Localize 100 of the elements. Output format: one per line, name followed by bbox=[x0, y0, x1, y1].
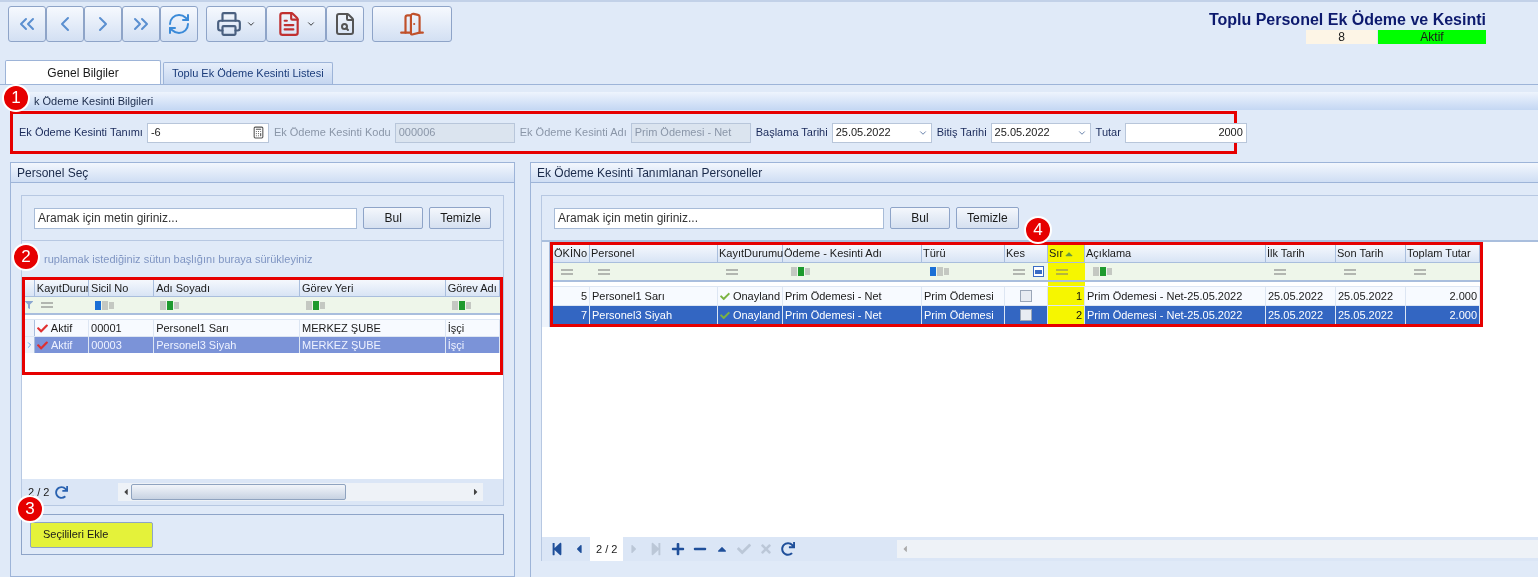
panel-header: Personel Seç bbox=[11, 163, 514, 183]
settings-button[interactable] bbox=[326, 6, 364, 42]
checkbox[interactable] bbox=[1020, 290, 1032, 302]
tab[interactable]: Genel Bilgiler bbox=[5, 60, 161, 84]
lookup-icon bbox=[251, 126, 265, 139]
table-cell-text: MERKEZ ŞUBE bbox=[302, 337, 381, 353]
filter-icon bbox=[25, 301, 33, 309]
search-field[interactable]: Aramak için metin giriniz... bbox=[554, 207, 884, 229]
input-field[interactable]: -6 bbox=[146, 122, 269, 143]
table-cell-text: Prim Ödemesi - Net-25.05.2022 bbox=[1087, 307, 1243, 323]
input-field[interactable]: 25.05.2022 bbox=[990, 122, 1091, 143]
column-header[interactable]: İlk Tarih bbox=[1267, 245, 1305, 262]
last-record-button[interactable] bbox=[122, 6, 160, 42]
equals-filter-icon bbox=[1056, 268, 1068, 275]
table-cell-text: 00003 bbox=[91, 337, 122, 353]
exit-door-icon bbox=[399, 11, 425, 37]
table-cell-text: Personel1 Sarı bbox=[592, 288, 665, 304]
equals-filter-icon bbox=[1013, 268, 1025, 275]
column-header[interactable]: Açıklama bbox=[1086, 245, 1132, 262]
table-cell-text: Onayland bbox=[732, 288, 780, 304]
first-record-button[interactable] bbox=[8, 6, 46, 42]
column-header[interactable]: Sicil No bbox=[89, 280, 155, 296]
check-icon bbox=[36, 322, 48, 334]
checkbox[interactable] bbox=[1020, 309, 1032, 321]
text-filter-icon bbox=[160, 300, 181, 310]
table-cell-text: İşçi bbox=[447, 320, 465, 336]
field-label: Ek Ödeme Kesinti Tanımı bbox=[19, 125, 143, 141]
search-button[interactable]: Temizle bbox=[429, 207, 491, 229]
equals-filter-icon bbox=[1414, 268, 1426, 275]
search-button[interactable]: Temizle bbox=[956, 207, 1019, 229]
field-label: Başlama Tarihi bbox=[755, 125, 828, 141]
scrollbar-thumb[interactable] bbox=[131, 484, 346, 500]
search-button[interactable]: Bul bbox=[890, 207, 950, 229]
refresh-icon bbox=[781, 542, 796, 556]
tab[interactable]: Toplu Ek Ödeme Kesinti Listesi bbox=[163, 62, 333, 84]
table-cell-text: 2 bbox=[1075, 307, 1082, 323]
refresh-icon bbox=[167, 12, 191, 36]
refresh-button[interactable] bbox=[160, 6, 198, 42]
text-filter-icon bbox=[451, 300, 472, 310]
table-cell-text: Personel3 Siyah bbox=[156, 337, 237, 353]
horizontal-scrollbar[interactable] bbox=[118, 483, 484, 501]
input-field[interactable]: 25.05.2022 bbox=[831, 122, 932, 143]
text-filter-icon bbox=[95, 300, 116, 310]
table-cell-text: Personel1 Sarı bbox=[156, 320, 229, 336]
text-filter-icon bbox=[305, 300, 326, 310]
table-cell-text: 25.05.2022 bbox=[1338, 307, 1394, 323]
table-cell-text: 25.05.2022 bbox=[1268, 288, 1324, 304]
equals-filter-icon bbox=[1274, 268, 1286, 275]
equals-filter-icon bbox=[1344, 268, 1356, 275]
search-field[interactable]: Aramak için metin giriniz... bbox=[34, 207, 358, 229]
checkbox-filter-icon bbox=[1033, 266, 1044, 277]
column-header[interactable]: Adı Soyadı bbox=[154, 280, 300, 296]
column-header[interactable]: Son Tarih bbox=[1337, 245, 1384, 262]
add-selected-button[interactable]: Seçilileri Ekle bbox=[30, 521, 153, 548]
table-cell-text: Onayland bbox=[732, 307, 780, 323]
table-cell-text: 1 bbox=[1075, 288, 1082, 304]
grid-row[interactable]: 7 Personel3 Siyah Onayland Prim Ödemesi - Net Prim Ödemesi 2 Prim Ödemesi - Net-25.05.2022 25.05.2022 25.05.2022 2.000 bbox=[553, 305, 1480, 324]
pdf-export-button[interactable] bbox=[266, 6, 326, 42]
column-header[interactable]: ÖKİNo bbox=[554, 245, 587, 262]
equals-filter-icon bbox=[598, 268, 610, 275]
pager-count: 2 / 2 bbox=[590, 537, 624, 561]
table-cell-text: Personel3 Siyah bbox=[592, 307, 673, 323]
group-hint: ruplamak istediğiniz sütun başlığını buraya sürükleyiniz bbox=[44, 251, 313, 267]
table-cell-text: Aktif bbox=[51, 337, 73, 353]
search-button[interactable]: Bul bbox=[363, 207, 424, 229]
column-header[interactable]: KayıtDurumu bbox=[719, 245, 784, 262]
column-header[interactable]: Görev Yeri bbox=[299, 280, 446, 296]
column-header[interactable]: Türü bbox=[923, 245, 946, 262]
table-cell-text: Prim Ödemesi - Net bbox=[785, 288, 882, 304]
step-badge: 1 bbox=[2, 84, 30, 112]
grid-row[interactable]: 5 Personel1 Sarı Onayland Prim Ödemesi - Net Prim Ödemesi 1 Prim Ödemesi - Net-25.05.2022 25.05.2022 25.05.2022 2.000 bbox=[553, 286, 1480, 305]
refresh-icon bbox=[55, 485, 69, 499]
input-field[interactable]: 2000 bbox=[1124, 122, 1247, 143]
column-header[interactable]: Personel bbox=[591, 245, 635, 262]
table-cell-text: Prim Ödemesi bbox=[924, 288, 994, 304]
close-icon bbox=[759, 542, 774, 556]
pdf-file-icon bbox=[276, 11, 302, 37]
previous-record-button[interactable] bbox=[46, 6, 84, 42]
horizontal-scrollbar[interactable] bbox=[897, 540, 1538, 558]
print-button[interactable] bbox=[206, 6, 266, 42]
table-cell-text: 2.000 bbox=[1449, 288, 1477, 304]
record-number: 8 bbox=[1306, 30, 1377, 44]
column-header[interactable]: Kes bbox=[1006, 245, 1025, 262]
step-badge: 4 bbox=[1024, 216, 1052, 244]
status-label: Aktif bbox=[1378, 30, 1486, 44]
field-label: Ek Ödeme Kesinti Kodu bbox=[273, 125, 391, 141]
next-record-button[interactable] bbox=[84, 6, 122, 42]
column-header[interactable]: Görev Adı bbox=[445, 280, 500, 296]
text-filter-icon bbox=[930, 267, 950, 276]
grid-row[interactable]: Aktif 00001 Personel1 Sarı MERKEZ ŞUBE İşçi bbox=[25, 319, 500, 336]
equals-filter-icon bbox=[40, 302, 53, 308]
table-cell-text: 2.000 bbox=[1449, 307, 1477, 323]
table-cell-text: 25.05.2022 bbox=[1268, 307, 1324, 323]
text-filter-icon bbox=[1093, 267, 1113, 276]
column-header[interactable]: Ödeme - Kesinti Adı bbox=[784, 245, 882, 262]
exit-button[interactable] bbox=[372, 6, 452, 42]
column-header[interactable]: Toplam Tutar bbox=[1407, 245, 1471, 262]
row-indicator bbox=[25, 320, 35, 336]
check-icon bbox=[737, 542, 752, 556]
field-label: Bitiş Tarihi bbox=[936, 125, 987, 141]
